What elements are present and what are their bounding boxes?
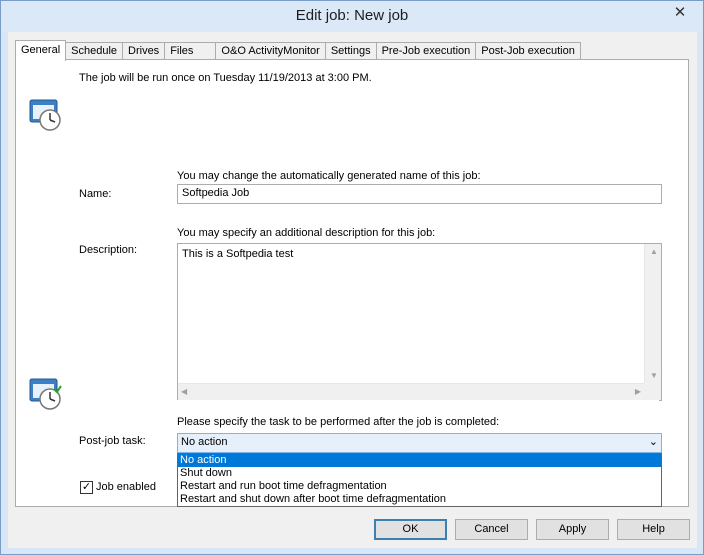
post-task-dropdown-list: No action Shut down Restart and run boot… bbox=[177, 453, 662, 507]
check-icon: ✓ bbox=[81, 481, 92, 493]
description-text: This is a Softpedia test bbox=[182, 248, 294, 260]
schedule-info-text: The job will be run once on Tuesday 11/1… bbox=[79, 72, 372, 84]
description-hint-text: You may specify an additional descriptio… bbox=[177, 227, 436, 239]
window-title: Edit job: New job bbox=[295, 7, 409, 24]
general-tab-panel: The job will be run once on Tuesday 11/1… bbox=[15, 59, 689, 507]
clock-check-window-icon bbox=[29, 377, 63, 411]
post-task-option-shut-down[interactable]: Shut down bbox=[178, 467, 661, 480]
post-task-selected-value: No action bbox=[181, 436, 228, 448]
scroll-up-icon[interactable]: ▲ bbox=[650, 247, 658, 256]
separator-top bbox=[79, 152, 659, 153]
close-icon: ✕ bbox=[673, 4, 687, 21]
close-button[interactable]: ✕ bbox=[665, 2, 695, 22]
scroll-right-icon[interactable]: ▶ bbox=[635, 387, 641, 396]
post-task-select[interactable]: No action ⌄ bbox=[177, 433, 662, 453]
separator-bottom bbox=[79, 400, 659, 401]
post-task-option-restart-shutdown-defrag[interactable]: Restart and shut down after boot time de… bbox=[178, 493, 661, 506]
description-vertical-scrollbar[interactable]: ▲ ▼ bbox=[644, 244, 661, 383]
apply-button[interactable]: Apply bbox=[536, 519, 609, 540]
clock-window-icon bbox=[29, 98, 63, 132]
title-bar: Edit job: New job ✕ bbox=[1, 1, 703, 32]
job-enabled-label: Job enabled bbox=[96, 481, 156, 493]
cancel-button[interactable]: Cancel bbox=[455, 519, 528, 540]
help-button[interactable]: Help bbox=[617, 519, 690, 540]
ok-button[interactable]: OK bbox=[374, 519, 447, 540]
tab-strip: General Schedule Drives Files O&O Activi… bbox=[15, 40, 581, 61]
post-task-option-restart-defrag[interactable]: Restart and run boot time defragmentatio… bbox=[178, 480, 661, 493]
name-hint-text: You may change the automatically generat… bbox=[177, 170, 481, 182]
dialog-client-area: General Schedule Drives Files O&O Activi… bbox=[8, 32, 697, 548]
dialog-window: Edit job: New job ✕ General Schedule Dri… bbox=[0, 0, 704, 555]
name-label: Name: bbox=[79, 188, 112, 200]
scroll-left-icon[interactable]: ◀ bbox=[181, 387, 187, 396]
scroll-down-icon[interactable]: ▼ bbox=[650, 371, 658, 380]
scrollbar-corner bbox=[644, 383, 661, 400]
post-task-hint-text: Please specify the task to be performed … bbox=[177, 416, 500, 428]
tab-general[interactable]: General bbox=[15, 40, 67, 61]
name-input[interactable]: Softpedia Job bbox=[177, 184, 662, 204]
post-task-option-no-action[interactable]: No action bbox=[178, 454, 661, 467]
description-horizontal-scrollbar[interactable]: ◀ ▶ bbox=[178, 383, 644, 400]
chevron-down-icon[interactable]: ⌄ bbox=[649, 435, 658, 448]
description-textarea[interactable]: This is a Softpedia test ▲ ▼ ◀ ▶ bbox=[177, 243, 662, 401]
job-enabled-checkbox[interactable]: ✓ bbox=[80, 481, 93, 494]
description-label: Description: bbox=[79, 244, 138, 256]
post-task-label: Post-job task: bbox=[79, 435, 146, 447]
